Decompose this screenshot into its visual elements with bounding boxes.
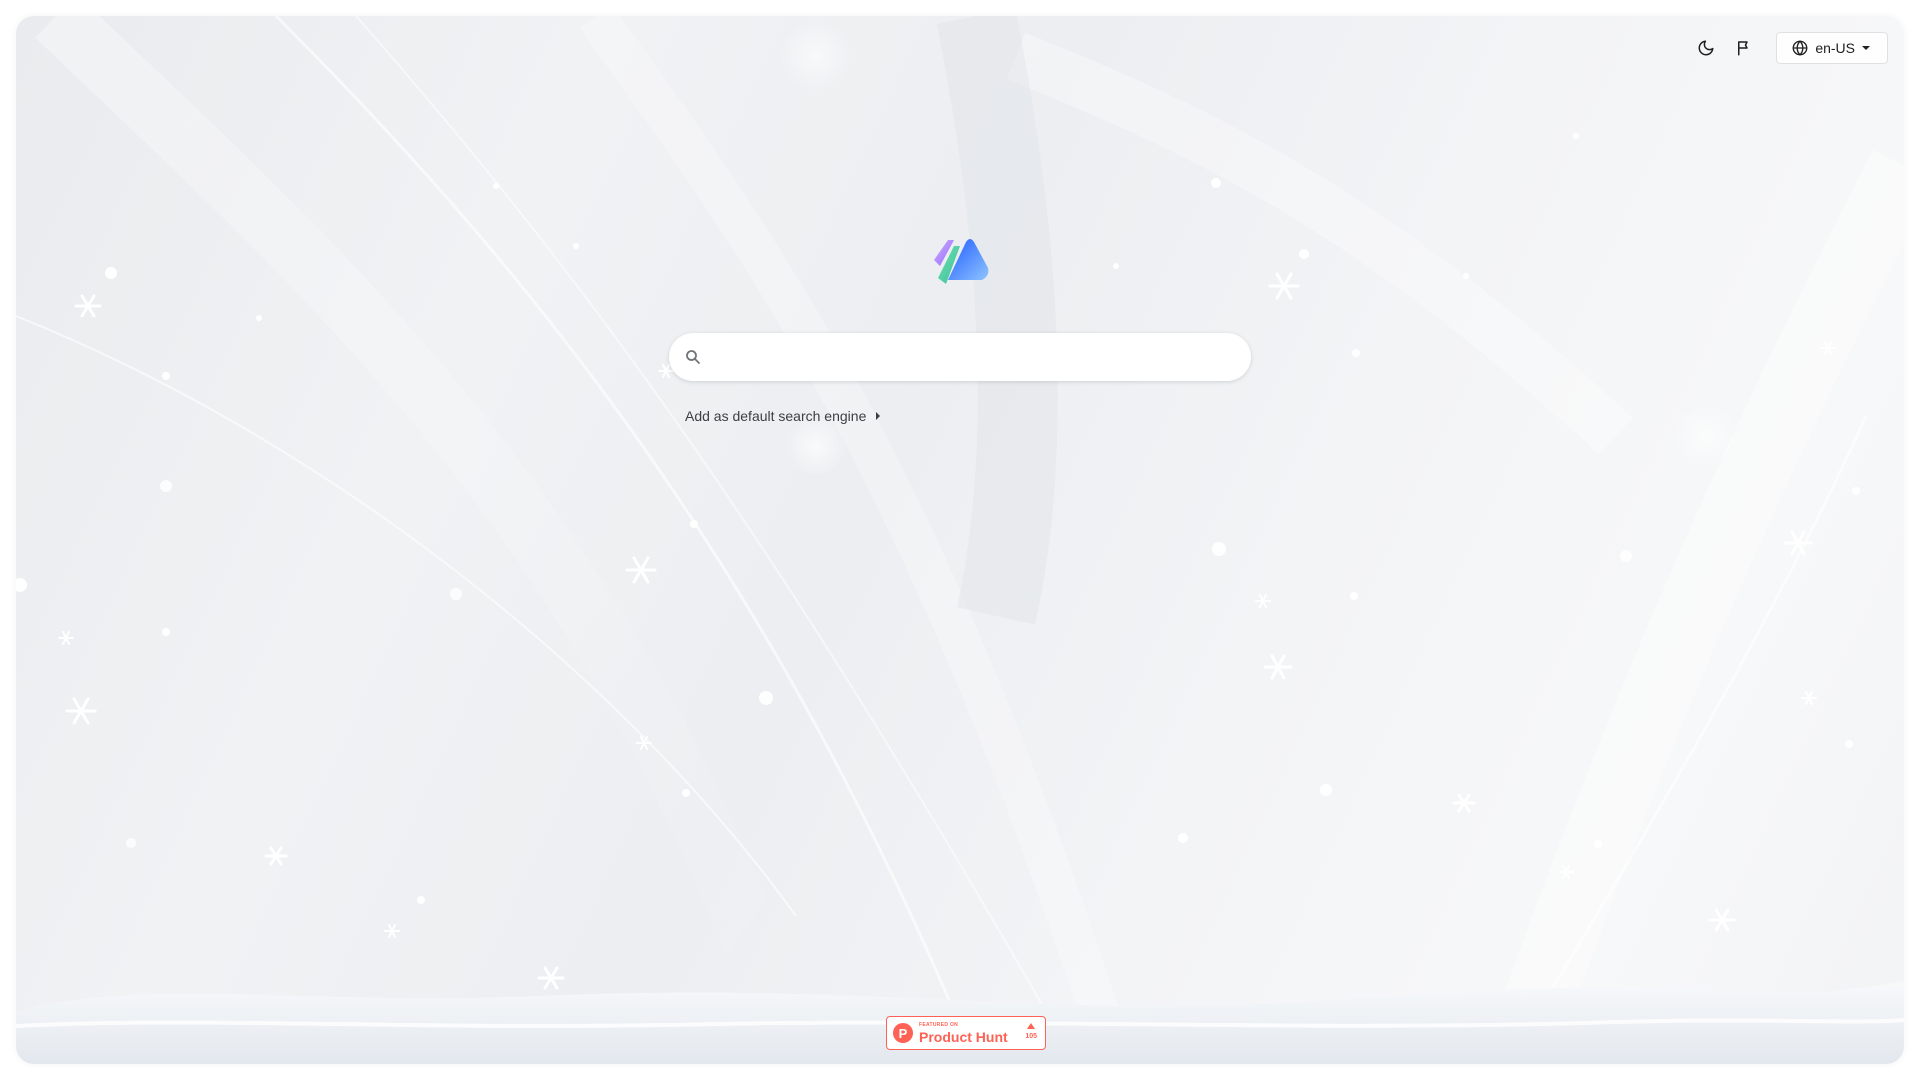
add-default-search-engine-link[interactable]: Add as default search engine bbox=[685, 408, 882, 424]
product-hunt-text: FEATURED ON Product Hunt bbox=[919, 1021, 1008, 1045]
caret-down-icon bbox=[1862, 46, 1870, 50]
app-logo bbox=[934, 239, 989, 284]
theme-toggle-button[interactable] bbox=[1692, 34, 1720, 62]
winter-background bbox=[16, 16, 1904, 1064]
flag-icon bbox=[1738, 41, 1749, 56]
add-default-search-engine-label: Add as default search engine bbox=[685, 408, 867, 424]
search-icon bbox=[683, 347, 703, 367]
upvote-arrow-icon bbox=[1027, 1023, 1036, 1029]
moon-icon bbox=[1698, 40, 1714, 56]
top-toolbar: en-US bbox=[1692, 32, 1888, 64]
search-bar[interactable] bbox=[669, 333, 1251, 381]
search-input[interactable] bbox=[711, 334, 1235, 380]
product-hunt-badge[interactable]: P FEATURED ON Product Hunt 105 bbox=[886, 1016, 1046, 1050]
product-hunt-featured-label: FEATURED ON bbox=[919, 1021, 959, 1028]
product-hunt-logo-icon: P bbox=[893, 1023, 913, 1043]
product-hunt-vote-count: 105 bbox=[1025, 1033, 1037, 1040]
globe-icon bbox=[1792, 40, 1808, 56]
product-hunt-name: Product Hunt bbox=[919, 1028, 1008, 1045]
language-label: en-US bbox=[1815, 40, 1855, 56]
product-hunt-votes: 105 bbox=[1025, 1023, 1037, 1040]
page-background: en-US Add as default search engine P FEA… bbox=[16, 16, 1904, 1064]
feedback-button[interactable] bbox=[1730, 34, 1758, 62]
language-selector[interactable]: en-US bbox=[1776, 32, 1888, 64]
caret-right-icon bbox=[876, 412, 881, 420]
